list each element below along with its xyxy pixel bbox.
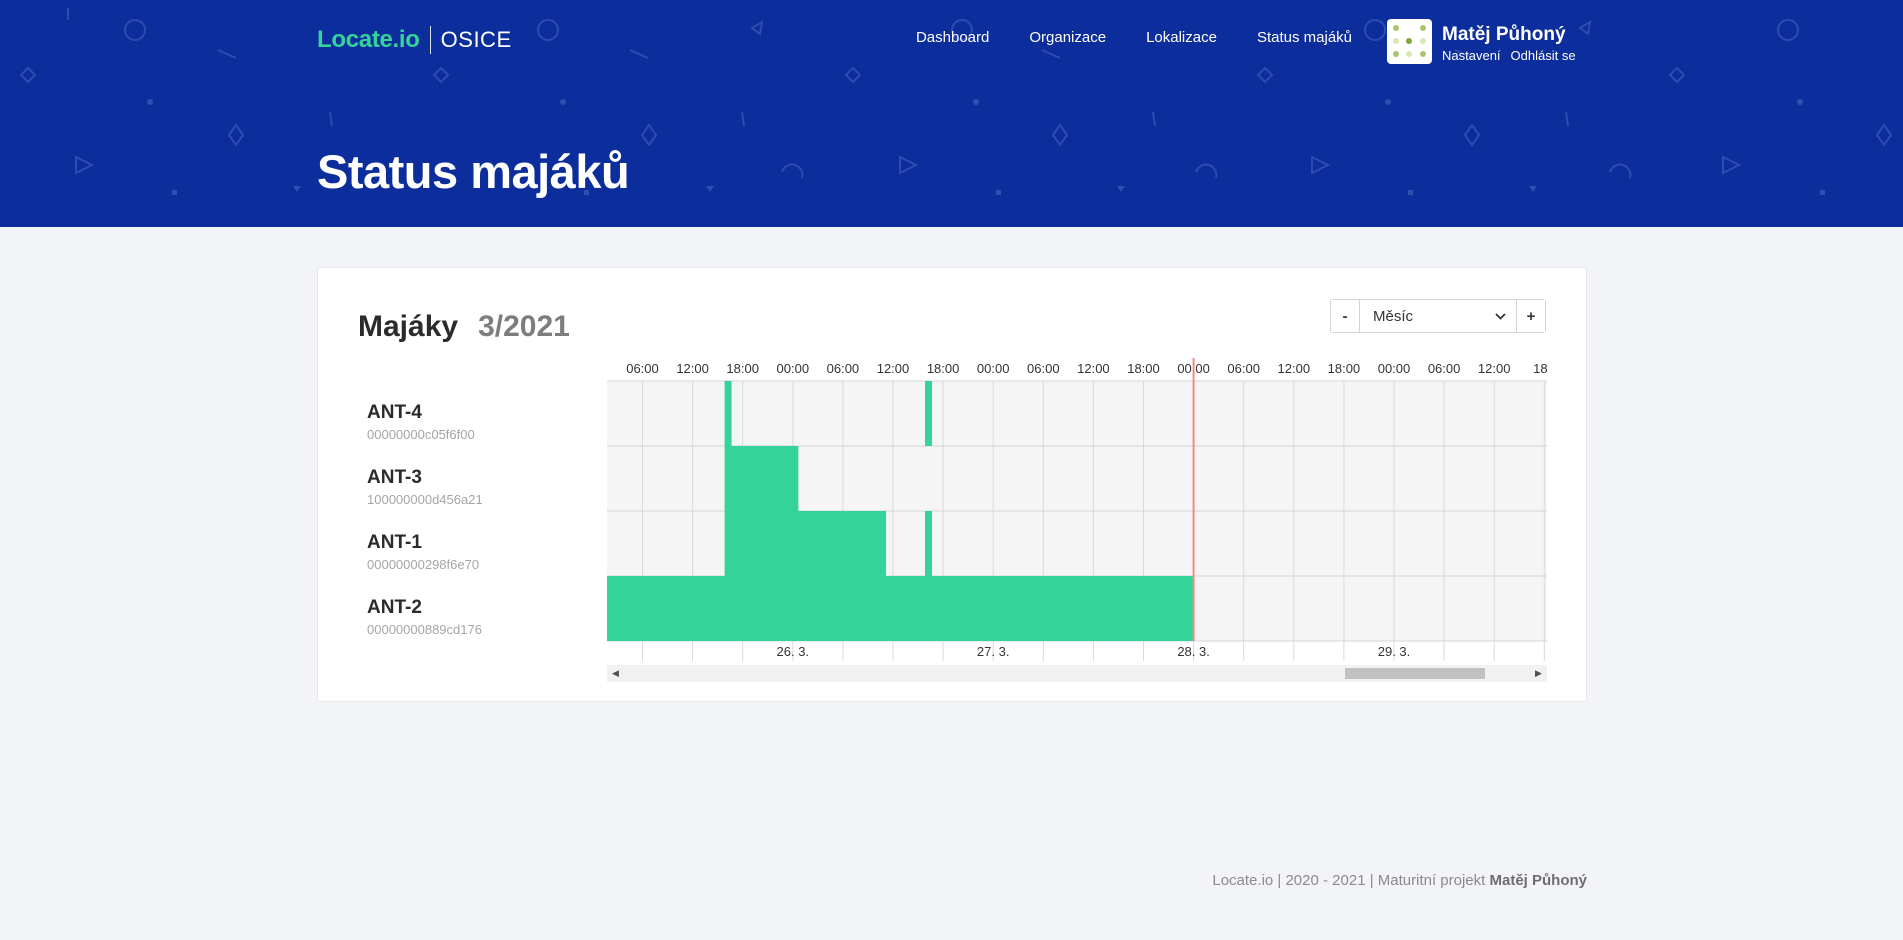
page-title: Status majáků [317,145,630,198]
beacon-row: ANT-4 00000000c05f6f00 [367,396,587,461]
hour-tick-label: 12:00 [1478,361,1511,376]
activity-segment [724,511,887,576]
day-tick-label: 26. 3. [777,644,810,659]
user-menu: Matěj Půhoný Nastavení Odhlásit se [1387,19,1587,64]
hour-tick-label: 12:00 [676,361,709,376]
brand-divider [429,26,431,54]
nav-lokalizace[interactable]: Lokalizace [1146,29,1217,46]
hour-tick-label: 06:00 [1428,361,1461,376]
hour-tick-label: 18:00 [927,361,960,376]
brand-logo[interactable]: Locate.io [317,26,420,54]
beacon-id: 00000000889cd176 [367,622,482,637]
day-tick-label: 28. 3. [1177,644,1210,659]
hour-tick-label: 06:00 [1227,361,1260,376]
day-tick-label: 29. 3. [1378,644,1411,659]
footer: Locate.io | 2020 - 2021 | Maturitní proj… [1212,872,1587,889]
user-info: Matěj Půhoný Nastavení Odhlásit se [1442,19,1576,63]
range-control: - Měsíc + [1330,299,1546,333]
user-links: Nastavení Odhlásit se [1442,48,1576,63]
settings-link[interactable]: Nastavení [1442,48,1501,63]
hour-tick-label: 06:00 [1027,361,1060,376]
hour-tick-label: 06:00 [827,361,860,376]
beacon-name: ANT-2 [367,597,422,618]
avatar[interactable] [1387,19,1432,64]
beacon-id: 00000000c05f6f00 [367,427,475,442]
beacon-row: ANT-2 00000000889cd176 [367,591,587,656]
beacon-id: 00000000298f6e70 [367,557,480,572]
beacon-name: ANT-4 [367,402,422,423]
scroll-right-icon[interactable]: ▶ [1530,665,1547,682]
hour-tick-label: 00:00 [1378,361,1411,376]
hour-tick-label: 00:00 [977,361,1010,376]
card-title: Majáky 3/2021 [358,310,570,344]
beacon-name: ANT-1 [367,532,422,553]
range-select[interactable]: Měsíc [1359,300,1517,332]
beacon-row: ANT-3 100000000d456a21 [367,461,587,526]
hour-tick-label: 18:00 [1328,361,1361,376]
hour-tick-label: 18:( [1533,361,1547,376]
logout-link[interactable]: Odhlásit se [1511,48,1576,63]
beacon-list: ANT-4 00000000c05f6f00 ANT-3 100000000d4… [367,396,587,656]
header-hero: Locate.io OSICE Dashboard Organizace Lok… [0,0,1903,227]
nav-status-majaku[interactable]: Status majáků [1257,29,1352,46]
card-heading: Majáky [358,310,459,343]
day-tick-label: 27. 3. [977,644,1010,659]
beacon-row: ANT-1 00000000298f6e70 [367,526,587,591]
nav-dashboard[interactable]: Dashboard [916,29,989,46]
timeline-scrollbar[interactable]: ◀ ▶ [607,665,1547,682]
chevron-down-icon [1495,312,1506,320]
top-navbar: Locate.io OSICE Dashboard Organizace Lok… [317,0,1587,80]
activity-segment [607,576,1194,641]
scroll-thumb[interactable] [1345,668,1485,679]
zoom-in-button[interactable]: + [1517,300,1545,332]
footer-author: Matěj Půhoný [1489,872,1587,889]
footer-text: Locate.io | 2020 - 2021 | Maturitní proj… [1212,872,1486,889]
hour-tick-label: 12:00 [877,361,910,376]
hour-tick-label: 06:00 [626,361,659,376]
hour-tick-label: 12:00 [1077,361,1110,376]
hour-tick-label: 18:00 [1127,361,1160,376]
hour-tick-label: 18:00 [726,361,759,376]
beacon-timeline[interactable]: )06:0012:0018:0000:0006:0012:0018:0000:0… [607,358,1547,683]
activity-segment [925,511,932,576]
timeline-canvas: )06:0012:0018:0000:0006:0012:0018:0000:0… [607,358,1547,661]
main-nav: Dashboard Organizace Lokalizace Status m… [916,29,1352,46]
scroll-left-icon[interactable]: ◀ [607,665,624,682]
hour-tick-label: 12:00 [1278,361,1311,376]
nav-organizace[interactable]: Organizace [1029,29,1106,46]
hour-tick-label: 00:00 [777,361,810,376]
card-period: 3/2021 [478,310,570,343]
activity-segment [724,381,732,446]
range-select-value: Měsíc [1373,307,1414,325]
brand[interactable]: Locate.io OSICE [317,25,512,55]
beacon-id: 100000000d456a21 [367,492,483,507]
activity-segment [724,446,799,511]
beacons-card: Majáky 3/2021 - Měsíc + ANT-4 00000000c0… [317,267,1587,702]
organization-name: OSICE [440,27,512,52]
beacon-name: ANT-3 [367,467,422,488]
zoom-out-button[interactable]: - [1331,300,1359,332]
activity-segment [925,381,932,446]
user-name: Matěj Půhoný [1442,24,1566,45]
